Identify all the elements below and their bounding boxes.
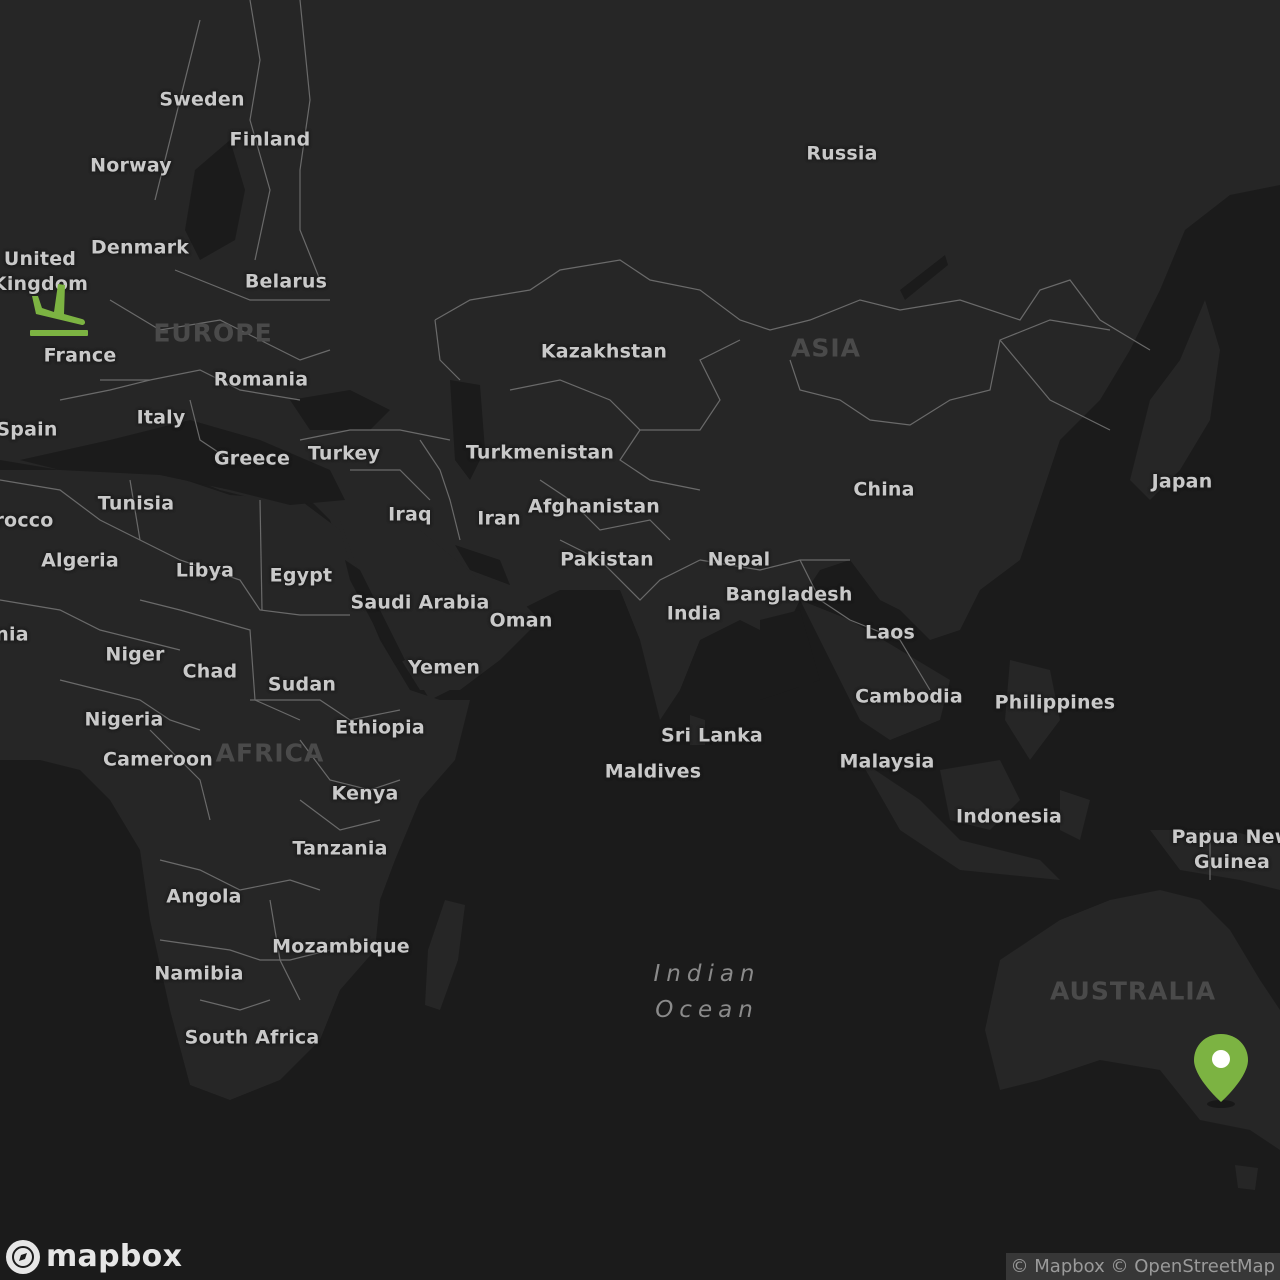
label-libya: Libya (175, 559, 235, 582)
label-tanzania: Tanzania (292, 837, 388, 860)
label-tunisia: Tunisia (97, 492, 175, 515)
label-iran: Iran (477, 507, 521, 530)
label-philippines: Philippines (994, 691, 1116, 714)
landmass-tasmania (1235, 1165, 1258, 1190)
label-iraq: Iraq (388, 503, 432, 526)
map-pin-icon[interactable] (1192, 1032, 1250, 1112)
mapbox-logo[interactable]: mapbox (6, 1239, 182, 1274)
label-indian-ocean: Indian Ocean (653, 961, 761, 1023)
label-pakistan: Pakistan (560, 548, 654, 571)
label-africa: AFRICA (215, 738, 325, 768)
label-maldives: Maldives (604, 760, 702, 783)
label-malaysia: Malaysia (839, 750, 935, 773)
label-finland: Finland (229, 128, 311, 151)
label-papua-new-guinea: Papua New Guinea (1171, 826, 1280, 873)
label-denmark: Denmark (90, 236, 190, 259)
mapbox-wordmark: mapbox (46, 1239, 183, 1274)
label-russia: Russia (806, 142, 878, 165)
label-namibia: Namibia (154, 962, 244, 985)
label-mozambique: Mozambique (272, 935, 410, 958)
label-bangladesh: Bangladesh (725, 583, 853, 606)
label-sweden: Sweden (159, 88, 245, 111)
label-morocco: rocco (0, 509, 54, 532)
label-japan: Japan (1151, 470, 1213, 493)
label-sudan: Sudan (267, 673, 337, 696)
label-india: India (666, 602, 722, 625)
label-saudi-arabia: Saudi Arabia (350, 591, 490, 614)
label-egypt: Egypt (269, 564, 333, 587)
label-nigeria: Nigeria (84, 708, 164, 731)
attribution: © Mapbox © OpenStreetMap (1005, 1253, 1280, 1280)
label-indonesia: Indonesia (955, 805, 1063, 828)
label-nepal: Nepal (707, 548, 771, 571)
label-sri-lanka: Sri Lanka (661, 724, 763, 747)
mapbox-attribution-link[interactable]: © Mapbox (1011, 1256, 1105, 1277)
label-greece: Greece (213, 447, 291, 470)
label-cambodia: Cambodia (855, 685, 963, 708)
label-australia: AUSTRALIA (1049, 976, 1217, 1006)
label-oman: Oman (489, 609, 553, 632)
label-turkey: Turkey (307, 442, 381, 465)
label-algeria: Algeria (41, 549, 119, 572)
label-asia: ASIA (790, 333, 862, 363)
label-chad: Chad (182, 660, 238, 683)
label-niger: Niger (105, 643, 165, 666)
label-kazakhstan: Kazakhstan (540, 340, 668, 363)
label-china: China (853, 478, 915, 501)
label-europe: EUROPE (153, 318, 273, 348)
label-belarus: Belarus (244, 270, 328, 293)
compass-icon (6, 1239, 40, 1274)
label-cameroon: Cameroon (102, 748, 214, 771)
label-ethiopia: Ethiopia (335, 716, 425, 739)
osm-attribution-link[interactable]: © OpenStreetMap (1111, 1256, 1275, 1277)
label-afghanistan: Afghanistan (528, 495, 660, 518)
label-laos: Laos (864, 621, 916, 644)
map-canvas[interactable] (0, 0, 1280, 1280)
airplane-landing-icon[interactable] (28, 282, 90, 342)
label-south-africa: South Africa (184, 1026, 320, 1049)
label-mauritania: nia (0, 623, 29, 646)
label-turkmenistan: Turkmenistan (465, 441, 615, 464)
label-france: France (43, 344, 117, 367)
label-italy: Italy (136, 406, 186, 429)
label-romania: Romania (213, 368, 309, 391)
label-spain: Spain (0, 418, 58, 441)
label-kenya: Kenya (331, 782, 399, 805)
label-norway: Norway (90, 154, 172, 177)
label-yemen: Yemen (407, 656, 481, 679)
label-angola: Angola (166, 885, 242, 908)
